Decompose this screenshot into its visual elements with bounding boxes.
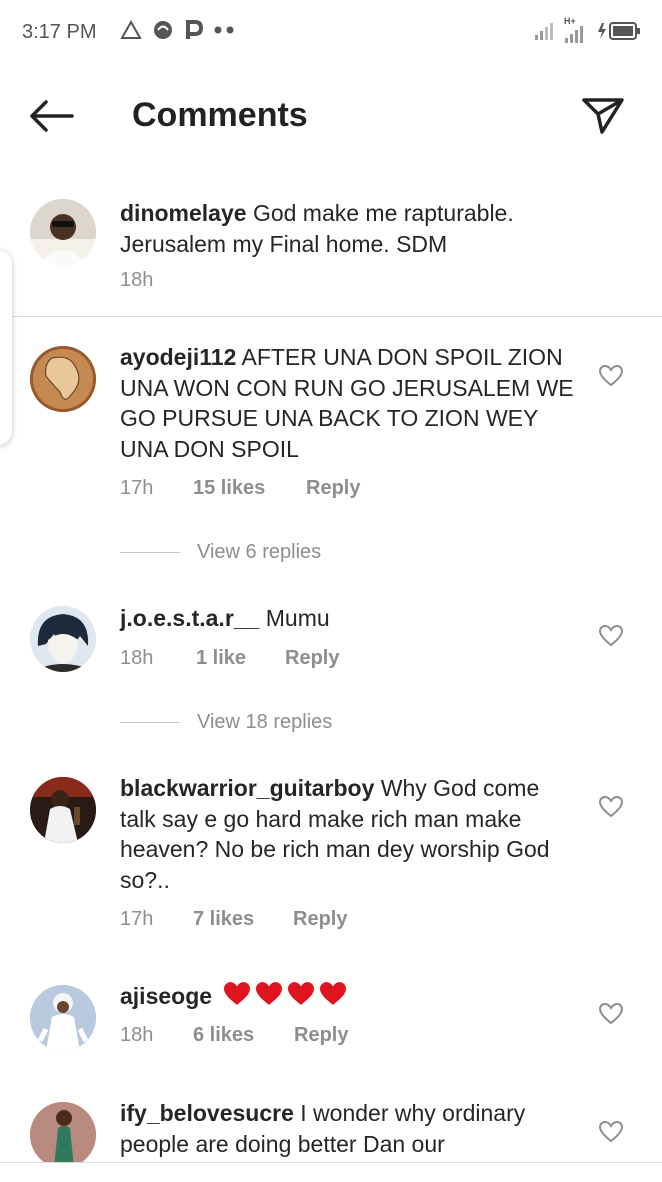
avatar[interactable] xyxy=(30,606,96,672)
red-heart-icon xyxy=(224,982,251,1005)
red-heart-icon xyxy=(320,982,347,1005)
divider-line xyxy=(120,722,180,723)
heart-emojis xyxy=(222,981,348,1007)
comment-meta: 18h 1 like Reply xyxy=(120,647,339,670)
side-card-edge xyxy=(0,250,12,445)
like-heart-icon[interactable] xyxy=(598,364,624,388)
comment-meta: 17h 7 likes Reply xyxy=(120,908,347,931)
view-replies-label: View 6 replies xyxy=(197,541,322,563)
reply-button[interactable]: Reply xyxy=(285,647,339,670)
comment-text: ify_belovesucre I wonder why ordinary pe… xyxy=(120,1098,580,1159)
caption-text: dinomelaye God make me rapturable. Jerus… xyxy=(120,198,580,259)
battery-charging-icon xyxy=(598,22,640,40)
reply-button[interactable]: Reply xyxy=(294,1024,348,1047)
comment-body: Mumu xyxy=(265,605,330,631)
system-icons: H+ xyxy=(534,16,642,44)
view-replies-button[interactable]: View 6 replies xyxy=(120,541,321,564)
comment-username[interactable]: ify_belovesucre xyxy=(120,1100,294,1126)
comment-meta: 17h 15 likes Reply xyxy=(120,477,360,500)
notification-icons xyxy=(120,19,236,41)
red-heart-icon xyxy=(256,982,283,1005)
divider-line xyxy=(120,552,180,553)
like-heart-icon[interactable] xyxy=(598,1120,624,1144)
avatar[interactable] xyxy=(30,199,96,265)
comments-header: Comments xyxy=(0,66,662,170)
comment-likes[interactable]: 6 likes xyxy=(193,1024,294,1047)
comment-likes[interactable]: 7 likes xyxy=(193,908,293,931)
direct-share-icon[interactable] xyxy=(578,94,626,138)
comment-username[interactable]: ajiseoge xyxy=(120,983,212,1009)
comment-time: 18h xyxy=(120,1024,154,1046)
reply-button[interactable]: Reply xyxy=(293,908,347,931)
caption-time: 18h xyxy=(120,269,154,291)
avatar[interactable] xyxy=(30,777,96,843)
comment-time: 17h xyxy=(120,908,154,930)
like-heart-icon[interactable] xyxy=(598,795,624,819)
bottom-bar xyxy=(0,1163,662,1182)
view-replies-label: View 18 replies xyxy=(197,711,333,733)
avatar[interactable] xyxy=(30,985,96,1051)
post-caption: dinomelaye God make me rapturable. Jerus… xyxy=(0,186,662,317)
warning-triangle-icon xyxy=(120,20,142,39)
back-arrow-icon[interactable] xyxy=(26,94,76,138)
comment-text: ajiseoge xyxy=(120,981,580,1012)
comment-text: ayodeji112 AFTER UNA DON SPOIL ZION UNA … xyxy=(120,342,580,464)
status-bar: 3:17 PM H+ xyxy=(0,0,662,66)
signal-icon xyxy=(535,23,553,40)
p-app-icon xyxy=(186,20,204,39)
like-heart-icon[interactable] xyxy=(598,624,624,648)
comment-username[interactable]: blackwarrior_guitarboy xyxy=(120,775,374,801)
comment-time: 18h xyxy=(120,647,154,669)
caption-username[interactable]: dinomelaye xyxy=(120,200,247,226)
red-heart-icon xyxy=(288,982,315,1005)
comment-meta: 18h 6 likes Reply xyxy=(120,1024,348,1047)
view-replies-button[interactable]: View 18 replies xyxy=(120,711,332,734)
signal-hplus-icon: H+ xyxy=(564,16,588,44)
comment-username[interactable]: j.o.e.s.t.a.r__ xyxy=(120,605,259,631)
app-swirl-icon xyxy=(154,21,172,39)
avatar[interactable] xyxy=(30,346,96,412)
status-time: 3:17 PM xyxy=(22,21,97,43)
avatar[interactable] xyxy=(30,1102,96,1168)
caption-meta: 18h xyxy=(120,269,193,292)
comment-text: blackwarrior_guitarboy Why God come talk… xyxy=(120,773,580,895)
like-heart-icon[interactable] xyxy=(598,1002,624,1026)
comment-likes[interactable]: 1 like xyxy=(196,647,285,670)
more-dots-icon xyxy=(214,26,234,34)
page-title: Comments xyxy=(132,96,308,134)
comment-likes[interactable]: 15 likes xyxy=(193,477,306,500)
comment-time: 17h xyxy=(120,477,154,499)
comment-username[interactable]: ayodeji112 xyxy=(120,344,236,370)
reply-button[interactable]: Reply xyxy=(306,477,360,500)
comment-text: j.o.e.s.t.a.r__ Mumu xyxy=(120,603,580,634)
